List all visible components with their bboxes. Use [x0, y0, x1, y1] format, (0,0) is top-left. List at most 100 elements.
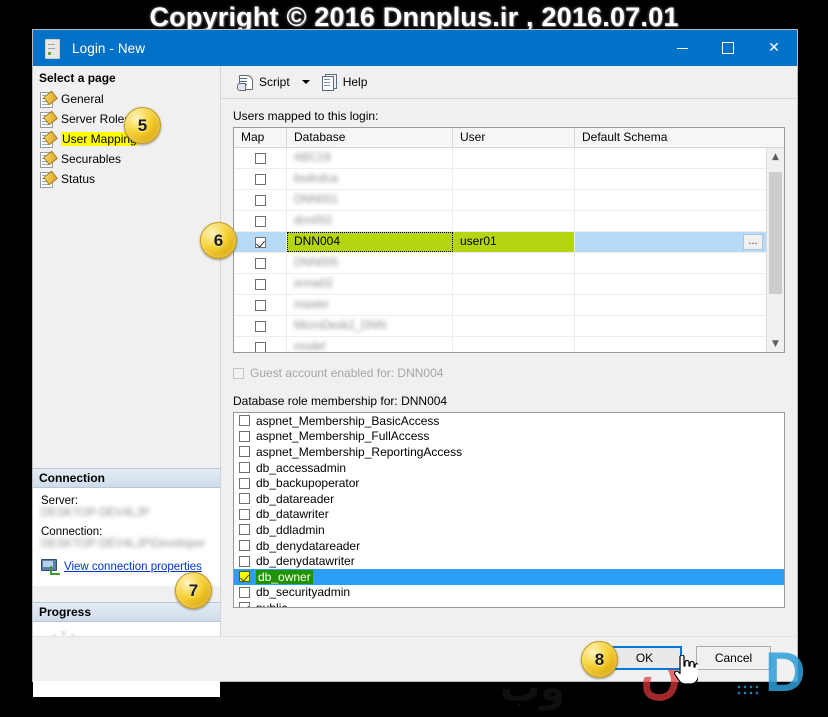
database-cell[interactable]: master — [287, 295, 453, 315]
map-checkbox-cell[interactable] — [234, 169, 287, 189]
default-schema-cell[interactable] — [575, 253, 766, 273]
role-checkbox[interactable] — [239, 540, 250, 551]
user-cell[interactable] — [453, 148, 575, 168]
default-schema-cell[interactable] — [575, 190, 766, 210]
list-item[interactable]: db_datawriter — [234, 507, 784, 523]
user-cell[interactable] — [453, 337, 575, 352]
map-checkbox-cell[interactable] — [234, 190, 287, 210]
map-checkbox-cell[interactable] — [234, 253, 287, 273]
database-cell[interactable]: ABC19 — [287, 148, 453, 168]
scrollbar-thumb[interactable] — [769, 172, 782, 294]
map-checkbox-cell[interactable] — [234, 295, 287, 315]
default-schema-cell-active[interactable]: ... — [575, 232, 766, 252]
list-item[interactable]: aspnet_Membership_FullAccess — [234, 429, 784, 445]
map-checkbox-cell[interactable] — [234, 211, 287, 231]
script-button[interactable]: Script — [233, 72, 294, 92]
default-schema-cell[interactable] — [575, 211, 766, 231]
role-checkbox[interactable] — [239, 415, 250, 426]
database-cell[interactable]: DNN005 — [287, 253, 453, 273]
column-header-database[interactable]: Database — [287, 128, 453, 147]
map-checkbox-checked[interactable] — [255, 237, 266, 248]
sidebar-item-status[interactable]: Status — [39, 169, 220, 189]
database-cell[interactable]: model — [287, 337, 453, 352]
user-cell[interactable] — [453, 190, 575, 210]
user-cell[interactable] — [453, 274, 575, 294]
database-cell[interactable]: erma02 — [287, 274, 453, 294]
database-cell[interactable]: bsdndca — [287, 169, 453, 189]
ok-button[interactable]: OK — [607, 646, 682, 670]
table-row[interactable]: model — [234, 337, 766, 352]
map-checkbox[interactable] — [255, 258, 266, 269]
database-cell-active[interactable]: DNN004 — [287, 232, 453, 252]
list-item[interactable]: db_securityadmin — [234, 585, 784, 601]
table-row-selected[interactable]: DNN004 user01 ... — [234, 232, 766, 253]
column-header-user[interactable]: User — [453, 128, 575, 147]
grid-vertical-scrollbar[interactable]: ▲ ▼ — [766, 148, 784, 352]
role-checkbox[interactable] — [239, 493, 250, 504]
sidebar-item-general[interactable]: General — [39, 89, 220, 109]
scroll-down-arrow-icon[interactable]: ▼ — [767, 335, 784, 352]
default-schema-cell[interactable] — [575, 169, 766, 189]
schema-browse-button[interactable]: ... — [743, 234, 763, 250]
table-row[interactable]: DNN001 — [234, 190, 766, 211]
table-row[interactable]: DNN005 — [234, 253, 766, 274]
map-checkbox[interactable] — [255, 321, 266, 332]
list-item[interactable]: aspnet_Membership_ReportingAccess — [234, 444, 784, 460]
sidebar-item-securables[interactable]: Securables — [39, 149, 220, 169]
role-checkbox[interactable] — [239, 587, 250, 598]
table-row[interactable]: master — [234, 295, 766, 316]
view-connection-properties-label[interactable]: View connection properties — [64, 561, 202, 573]
role-checkbox-checked[interactable] — [239, 571, 250, 582]
minimize-button[interactable] — [659, 30, 705, 66]
database-cell[interactable]: MicroDesk2_DNN — [287, 316, 453, 336]
list-item-db-owner-selected[interactable]: db_owner — [234, 569, 784, 585]
column-header-map[interactable]: Map — [234, 128, 287, 147]
user-cell[interactable] — [453, 169, 575, 189]
map-checkbox[interactable] — [255, 216, 266, 227]
close-button[interactable]: ✕ — [751, 30, 797, 66]
default-schema-cell[interactable] — [575, 316, 766, 336]
list-item[interactable]: db_denydatawriter — [234, 553, 784, 569]
role-checkbox[interactable] — [239, 478, 250, 489]
user-cell[interactable] — [453, 316, 575, 336]
map-checkbox-cell[interactable] — [234, 316, 287, 336]
role-checkbox[interactable] — [239, 446, 250, 457]
list-item[interactable]: db_denydatareader — [234, 538, 784, 554]
list-item[interactable]: db_accessadmin — [234, 460, 784, 476]
user-cell[interactable] — [453, 253, 575, 273]
map-checkbox-cell[interactable] — [234, 337, 287, 352]
role-checkbox[interactable] — [239, 556, 250, 567]
user-cell-active[interactable]: user01 — [453, 232, 575, 252]
script-dropdown-chevron-down-icon[interactable] — [302, 80, 310, 84]
map-checkbox[interactable] — [255, 279, 266, 290]
role-checkbox[interactable] — [239, 431, 250, 442]
maximize-button[interactable] — [705, 30, 751, 66]
scroll-up-arrow-icon[interactable]: ▲ — [767, 148, 784, 165]
view-connection-properties-link[interactable]: View connection properties — [41, 559, 212, 574]
map-checkbox[interactable] — [255, 300, 266, 311]
default-schema-cell[interactable] — [575, 148, 766, 168]
database-cell[interactable]: DNN001 — [287, 190, 453, 210]
map-checkbox[interactable] — [255, 174, 266, 185]
map-checkbox-cell[interactable] — [234, 232, 287, 252]
default-schema-cell[interactable] — [575, 274, 766, 294]
column-header-default-schema[interactable]: Default Schema — [575, 128, 784, 147]
cancel-button[interactable]: Cancel — [696, 646, 771, 670]
map-checkbox[interactable] — [255, 153, 266, 164]
role-checkbox-checked[interactable] — [239, 602, 250, 608]
table-row[interactable]: dnn002 — [234, 211, 766, 232]
list-item[interactable]: db_ddladmin — [234, 522, 784, 538]
table-row[interactable]: erma02 — [234, 274, 766, 295]
table-row[interactable]: bsdndca — [234, 169, 766, 190]
help-button[interactable]: Help — [318, 72, 372, 92]
database-cell[interactable]: dnn002 — [287, 211, 453, 231]
user-cell[interactable] — [453, 211, 575, 231]
table-row[interactable]: MicroDesk2_DNN — [234, 316, 766, 337]
list-item[interactable]: db_datareader — [234, 491, 784, 507]
default-schema-cell[interactable] — [575, 337, 766, 352]
list-item[interactable]: aspnet_Membership_BasicAccess — [234, 413, 784, 429]
table-row[interactable]: ABC19 — [234, 148, 766, 169]
role-checkbox[interactable] — [239, 462, 250, 473]
role-checkbox[interactable] — [239, 524, 250, 535]
role-checkbox[interactable] — [239, 509, 250, 520]
